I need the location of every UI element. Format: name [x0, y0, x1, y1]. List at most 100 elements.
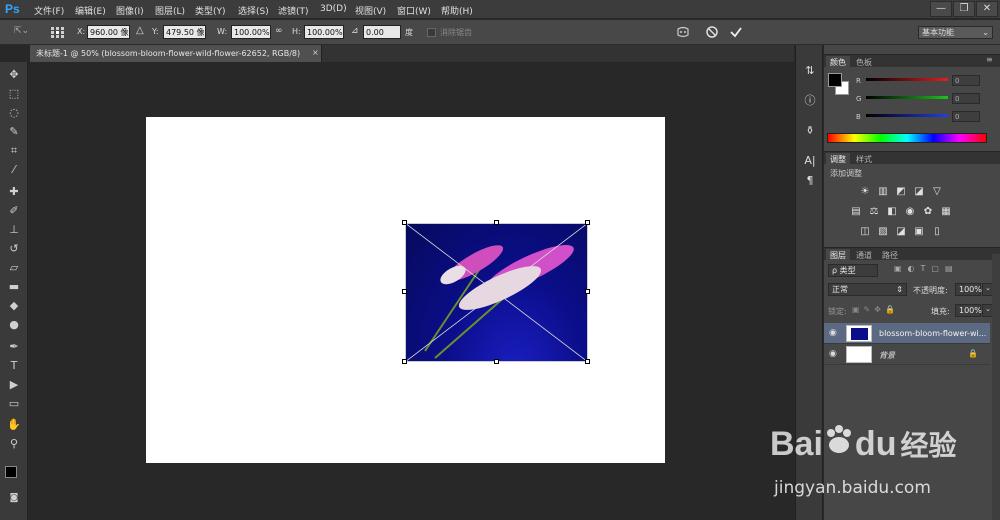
- brush-panel-icon[interactable]: ⚱: [802, 123, 818, 139]
- visibility-eye-icon[interactable]: ◉: [829, 349, 837, 359]
- tab-paths[interactable]: 路径: [878, 249, 902, 261]
- color-spectrum-ramp[interactable]: [827, 133, 987, 143]
- tab-layers[interactable]: 图层: [826, 249, 850, 261]
- dodge-tool-icon[interactable]: ●: [5, 317, 23, 333]
- photo-filter-icon[interactable]: ◉: [904, 206, 916, 217]
- menu-type[interactable]: 类型(Y): [195, 4, 226, 17]
- angle-field[interactable]: 0.00: [363, 25, 401, 39]
- vibrance-icon[interactable]: ▽: [931, 186, 943, 197]
- menu-filter[interactable]: 滤镜(T): [278, 4, 309, 17]
- restore-button[interactable]: ❐: [953, 1, 975, 17]
- transform-handle-t[interactable]: [494, 220, 499, 225]
- brightness-contrast-icon[interactable]: ☀: [859, 186, 871, 197]
- menu-layer[interactable]: 图层(L): [155, 4, 185, 17]
- eyedropper-tool-icon[interactable]: ⁄: [5, 162, 23, 178]
- hand-tool-icon[interactable]: ✋: [5, 417, 23, 433]
- threshold-icon[interactable]: ◪: [895, 226, 907, 237]
- r-value[interactable]: 0: [952, 75, 980, 86]
- quick-select-tool-icon[interactable]: ✎: [5, 124, 23, 140]
- history-brush-tool-icon[interactable]: ↺: [5, 241, 23, 257]
- path-select-tool-icon[interactable]: ▶: [5, 377, 23, 393]
- curves-icon[interactable]: ◩: [895, 186, 907, 197]
- transform-handle-bl[interactable]: [402, 359, 407, 364]
- transform-handle-br[interactable]: [585, 359, 590, 364]
- eraser-tool-icon[interactable]: ▱: [5, 260, 23, 276]
- blend-mode-select[interactable]: 正常 ⇕: [828, 283, 907, 296]
- x-field[interactable]: 960.00 像素: [87, 25, 130, 39]
- posterize-icon[interactable]: ▨: [877, 226, 889, 237]
- fill-field[interactable]: 100%: [955, 304, 982, 317]
- close-tab-icon[interactable]: ×: [312, 48, 319, 57]
- document-tab[interactable]: 未标题-1 @ 50% (blossom-bloom-flower-wild-f…: [30, 45, 322, 62]
- document-canvas[interactable]: [146, 117, 665, 463]
- hue-saturation-icon[interactable]: ▤: [850, 206, 862, 217]
- width-field[interactable]: 100.00%: [231, 25, 271, 39]
- info-panel-icon[interactable]: ⓘ: [802, 93, 818, 109]
- layer-row[interactable]: ◉ 背景 🔒: [824, 344, 990, 365]
- menu-help[interactable]: 帮助(H): [441, 4, 473, 17]
- close-window-button[interactable]: ✕: [976, 1, 998, 17]
- g-slider[interactable]: [866, 96, 948, 99]
- antialias-checkbox[interactable]: [427, 28, 436, 37]
- color-balance-icon[interactable]: ⚖: [868, 206, 880, 217]
- move-tool-icon[interactable]: ✥: [5, 67, 23, 83]
- tab-swatches[interactable]: 色板: [852, 56, 876, 68]
- quick-mask-icon[interactable]: ◙: [5, 490, 23, 506]
- paragraph-panel-icon[interactable]: ¶: [802, 173, 818, 189]
- channel-mixer-icon[interactable]: ✿: [922, 206, 934, 217]
- menu-window[interactable]: 窗口(W): [397, 4, 431, 17]
- fg-swatch-front[interactable]: [828, 73, 842, 87]
- blur-tool-icon[interactable]: ◆: [5, 298, 23, 314]
- tab-color[interactable]: 颜色: [826, 56, 850, 68]
- menu-file[interactable]: 文件(F): [34, 4, 64, 17]
- type-tool-icon[interactable]: T: [5, 358, 23, 374]
- tab-channels[interactable]: 通道: [852, 249, 876, 261]
- menu-image[interactable]: 图像(I): [116, 4, 144, 17]
- rectangle-tool-icon[interactable]: ▭: [5, 396, 23, 412]
- layer-row[interactable]: ◉ blossom-bloom-flower-wi...: [824, 323, 990, 344]
- y-field[interactable]: 479.50 像素: [163, 25, 206, 39]
- transform-handle-tl[interactable]: [402, 220, 407, 225]
- lasso-tool-icon[interactable]: ◌: [5, 105, 23, 121]
- tab-styles[interactable]: 样式: [852, 153, 876, 165]
- gradient-map-icon[interactable]: ▯: [931, 226, 943, 237]
- clone-stamp-tool-icon[interactable]: ⊥: [5, 222, 23, 238]
- menu-edit[interactable]: 编辑(E): [75, 4, 106, 17]
- lock-icons[interactable]: ▣✎✥🔒: [852, 305, 899, 314]
- height-field[interactable]: 100.00%: [304, 25, 344, 39]
- transform-handle-b[interactable]: [494, 359, 499, 364]
- color-lookup-icon[interactable]: ▦: [940, 206, 952, 217]
- marquee-tool-icon[interactable]: ⬚: [5, 86, 23, 102]
- transform-handle-tr[interactable]: [585, 220, 590, 225]
- invert-icon[interactable]: ◫: [859, 226, 871, 237]
- tab-adjustments[interactable]: 调整: [826, 153, 850, 165]
- commit-transform-icon[interactable]: [729, 25, 743, 39]
- layer-kind-filter[interactable]: ρ 类型: [828, 264, 878, 277]
- healing-brush-tool-icon[interactable]: ✚: [5, 184, 23, 200]
- menu-select[interactable]: 选择(S): [238, 4, 269, 17]
- selective-color-icon[interactable]: ▣: [913, 226, 925, 237]
- black-white-icon[interactable]: ◧: [886, 206, 898, 217]
- transform-handle-l[interactable]: [402, 289, 407, 294]
- minimize-button[interactable]: —: [930, 1, 952, 17]
- link-icon[interactable]: ∞: [275, 26, 283, 36]
- menu-3d[interactable]: 3D(D): [320, 4, 347, 14]
- placed-image-flower[interactable]: [402, 220, 590, 364]
- gradient-tool-icon[interactable]: ▬: [5, 279, 23, 295]
- cancel-transform-icon[interactable]: [705, 25, 719, 39]
- foreground-color-swatch[interactable]: [5, 466, 17, 478]
- opacity-field[interactable]: 100%: [955, 283, 982, 296]
- r-slider[interactable]: [866, 78, 948, 81]
- levels-icon[interactable]: ▥: [877, 186, 889, 197]
- reference-point-icon[interactable]: [50, 26, 64, 39]
- pen-tool-icon[interactable]: ✒: [5, 339, 23, 355]
- layer-filter-icons[interactable]: ▣◐T▢▤: [894, 264, 959, 273]
- move-tool-preset-icon[interactable]: ⇱⌄: [14, 26, 40, 38]
- warp-mode-icon[interactable]: [676, 25, 690, 39]
- character-panel-icon[interactable]: A|: [802, 153, 818, 169]
- zoom-tool-icon[interactable]: ⚲: [5, 436, 23, 452]
- brush-tool-icon[interactable]: ✐: [5, 203, 23, 219]
- delta-icon[interactable]: △: [136, 25, 144, 36]
- b-slider[interactable]: [866, 114, 948, 117]
- transform-handle-r[interactable]: [585, 289, 590, 294]
